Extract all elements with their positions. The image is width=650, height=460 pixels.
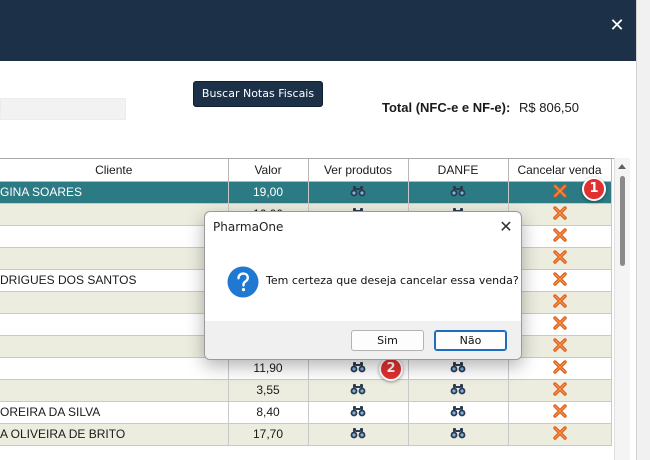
annotation-marker-2: 2 (379, 357, 403, 381)
cell-cliente (0, 313, 229, 336)
search-input[interactable] (0, 98, 126, 120)
binoculars-icon[interactable] (350, 185, 366, 200)
scrollbar-thumb[interactable] (620, 176, 625, 266)
cell-cancelar-venda (508, 335, 612, 358)
window-close-button[interactable]: ✕ (607, 14, 627, 38)
confirm-dialog: PharmaOne ✕ Tem certeza que deseja cance… (204, 211, 522, 360)
scroll-up-arrow-icon[interactable] (618, 164, 626, 169)
binoculars-icon[interactable] (450, 405, 466, 420)
cell-ver-produtos (308, 423, 409, 446)
search-invoices-button[interactable]: Buscar Notas Fiscais (193, 81, 323, 107)
cell-cancelar-venda (508, 313, 612, 336)
cell-cliente (0, 357, 229, 380)
x-cancel-icon[interactable] (552, 381, 567, 399)
dialog-footer: Sim Não (205, 321, 521, 359)
table-row[interactable]: 11,90 (0, 357, 612, 380)
dialog-title: PharmaOne (213, 220, 284, 234)
x-cancel-icon[interactable] (552, 337, 567, 355)
table-row[interactable]: OREIRA DA SILVA 8,40 (0, 401, 612, 424)
cell-cliente: A OLIVEIRA DE BRITO (0, 423, 229, 446)
dialog-content: Tem certeza que deseja cancelar essa ven… (205, 242, 521, 321)
cell-ver-produtos (308, 401, 409, 424)
cell-cliente (0, 225, 229, 248)
window-titlebar: ✕ (0, 0, 636, 61)
x-cancel-icon[interactable] (552, 227, 567, 245)
cell-danfe (408, 401, 509, 424)
binoculars-icon[interactable] (450, 185, 466, 200)
cell-danfe (408, 357, 509, 380)
cell-cancelar-venda (508, 423, 612, 446)
cell-cancelar-venda (508, 401, 612, 424)
binoculars-icon[interactable] (350, 427, 366, 442)
cell-danfe (408, 379, 509, 402)
cell-cliente: DRIGUES DOS SANTOS (0, 269, 229, 292)
cell-valor: 11,90 (228, 357, 309, 380)
col-header-danfe[interactable]: DANFE (408, 159, 509, 182)
x-cancel-icon[interactable] (552, 271, 567, 289)
dialog-close-button[interactable]: ✕ (497, 217, 515, 237)
table-row[interactable]: 3,55 (0, 379, 612, 402)
cell-danfe (408, 423, 509, 446)
table-row[interactable]: A OLIVEIRA DE BRITO 17,70 (0, 423, 612, 446)
x-cancel-icon[interactable] (552, 249, 567, 267)
cell-cancelar-venda (508, 225, 612, 248)
col-header-cliente[interactable]: Cliente (0, 159, 229, 182)
cell-cancelar-venda (508, 203, 612, 226)
cell-cancelar-venda (508, 291, 612, 314)
grid-header-row: Cliente Valor Ver produtos DANFE Cancela… (0, 159, 612, 182)
no-button[interactable]: Não (434, 330, 507, 351)
cell-cliente: OREIRA DA SILVA (0, 401, 229, 424)
cell-cliente (0, 335, 229, 358)
col-header-valor[interactable]: Valor (228, 159, 309, 182)
x-cancel-icon[interactable] (552, 403, 567, 421)
cell-ver-produtos (308, 181, 409, 204)
dialog-message: Tem certeza que deseja cancelar essa ven… (266, 274, 519, 287)
cell-cancelar-venda (508, 357, 612, 380)
total-label: Total (NFC-e e NF-e): (382, 100, 511, 115)
grid-vertical-scrollbar[interactable] (614, 158, 630, 460)
binoculars-icon[interactable] (450, 361, 466, 376)
binoculars-icon[interactable] (350, 383, 366, 398)
cell-cancelar-venda (508, 269, 612, 292)
annotation-marker-1: 1 (582, 177, 606, 201)
background-window-edge (636, 0, 650, 460)
cell-cliente (0, 291, 229, 314)
x-cancel-icon[interactable] (552, 205, 567, 223)
cell-cancelar-venda (508, 247, 612, 270)
x-cancel-icon[interactable] (552, 359, 567, 377)
cell-valor: 19,00 (228, 181, 309, 204)
x-cancel-icon[interactable] (552, 183, 567, 201)
cell-cliente (0, 247, 229, 270)
table-row[interactable]: GINA SOARES 19,00 (0, 181, 612, 204)
cell-valor: 17,70 (228, 423, 309, 446)
x-cancel-icon[interactable] (552, 315, 567, 333)
binoculars-icon[interactable] (450, 427, 466, 442)
cell-valor: 8,40 (228, 401, 309, 424)
cell-ver-produtos (308, 379, 409, 402)
binoculars-icon[interactable] (450, 383, 466, 398)
x-cancel-icon[interactable] (552, 425, 567, 443)
cell-cliente (0, 203, 229, 226)
total-value: R$ 806,50 (519, 100, 579, 115)
binoculars-icon[interactable] (350, 361, 366, 376)
cell-danfe (408, 181, 509, 204)
cell-valor: 3,55 (228, 379, 309, 402)
binoculars-icon[interactable] (350, 405, 366, 420)
col-header-ver-produtos[interactable]: Ver produtos (308, 159, 409, 182)
x-cancel-icon[interactable] (552, 293, 567, 311)
yes-button[interactable]: Sim (351, 330, 424, 351)
cell-cliente: GINA SOARES (0, 181, 229, 204)
cell-cliente (0, 379, 229, 402)
question-icon (227, 266, 259, 301)
cell-cancelar-venda (508, 379, 612, 402)
